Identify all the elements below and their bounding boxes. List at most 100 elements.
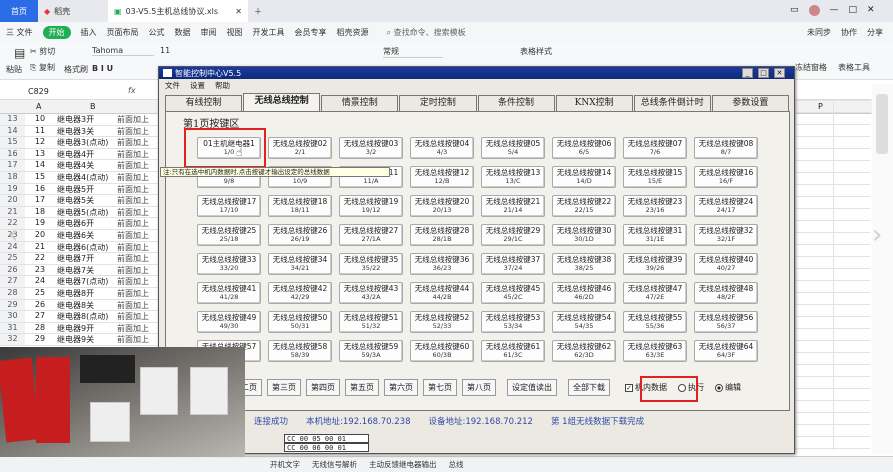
- bus-key-button[interactable]: 无线总线按键25 25/18: [197, 224, 261, 246]
- cell-c[interactable]: 前面加上: [115, 300, 160, 311]
- cell-c[interactable]: 前面加上: [115, 149, 160, 160]
- previous-arrow-icon[interactable]: ‹: [8, 220, 18, 250]
- cell-value[interactable]: CC 00 06 00 01: [284, 443, 369, 452]
- page-button[interactable]: 第五页: [345, 379, 379, 396]
- row-number[interactable]: 25: [0, 253, 25, 264]
- bus-key-button[interactable]: 无线总线按键55 55/36: [623, 311, 687, 333]
- bus-key-button[interactable]: 无线总线按键38 38/25: [552, 253, 616, 275]
- cell-b[interactable]: 继电器5关: [55, 195, 115, 206]
- bus-key-button[interactable]: 无线总线按键28 28/1B: [410, 224, 474, 246]
- bus-key-button[interactable]: 无线总线按键64 64/3F: [694, 340, 758, 362]
- close-icon[interactable]: ✕: [774, 68, 785, 78]
- bus-key-button[interactable]: 无线总线按键17 17/10: [197, 195, 261, 217]
- bus-key-button[interactable]: 无线总线按键05 5/4: [481, 137, 545, 159]
- ribbon-tab-view[interactable]: 视图: [227, 27, 243, 38]
- cell-a[interactable]: 28: [25, 323, 55, 334]
- cell-a[interactable]: 23: [25, 265, 55, 276]
- bus-key-button[interactable]: 无线总线按键30 30/1D: [552, 224, 616, 246]
- page-button[interactable]: 第八页: [462, 379, 496, 396]
- bus-key-button[interactable]: 无线总线按键18 18/11: [268, 195, 332, 217]
- cell-c[interactable]: 前面加上: [115, 172, 160, 183]
- bus-key-button[interactable]: 无线总线按键58 58/39: [268, 340, 332, 362]
- number-format-select[interactable]: 常规: [383, 46, 443, 58]
- cell-a[interactable]: 26: [25, 300, 55, 311]
- bus-key-button[interactable]: 无线总线按键59 59/3A: [339, 340, 403, 362]
- copy-button[interactable]: ⎘ 复制: [30, 62, 55, 73]
- row-number[interactable]: 16: [0, 148, 25, 160]
- bus-key-button[interactable]: 无线总线按键19 19/12: [339, 195, 403, 217]
- ribbon-tab-developer[interactable]: 开发工具: [253, 27, 285, 38]
- ribbon-tab-page-layout[interactable]: 页面布局: [107, 27, 139, 38]
- cell-b[interactable]: 继电器6开: [55, 218, 115, 229]
- ribbon-tab-review[interactable]: 审阅: [201, 27, 217, 38]
- bus-key-button[interactable]: 无线总线按键62 62/3D: [552, 340, 616, 362]
- download-all-button[interactable]: 全部下载: [568, 379, 610, 396]
- cut-button[interactable]: ✂ 剪切: [30, 46, 55, 57]
- row-number[interactable]: 29: [0, 299, 25, 311]
- bus-key-button[interactable]: 无线总线按键46 46/2D: [552, 282, 616, 304]
- cell-b[interactable]: 继电器5(点动): [55, 207, 115, 218]
- tab-docer[interactable]: ◆ 稻壳: [38, 0, 108, 22]
- cell-c[interactable]: 前面加上: [115, 195, 160, 206]
- bus-key-button[interactable]: 无线总线按键23 23/16: [623, 195, 687, 217]
- column-header-a[interactable]: A: [36, 102, 41, 111]
- dialog-tab[interactable]: 无线总线控制: [243, 93, 321, 111]
- bus-key-button[interactable]: 无线总线按键49 49/30: [197, 311, 261, 333]
- collaborate-button[interactable]: 协作: [841, 27, 857, 38]
- cell-b[interactable]: 继电器9关: [55, 334, 115, 345]
- bus-key-button[interactable]: 无线总线按键37 37/24: [481, 253, 545, 275]
- cell-a[interactable]: 21: [25, 242, 55, 253]
- cell-a[interactable]: 22: [25, 253, 55, 264]
- page-button[interactable]: 第三页: [267, 379, 301, 396]
- cell-c[interactable]: 前面加上: [115, 137, 160, 148]
- cell-b[interactable]: 继电器7关: [55, 265, 115, 276]
- column-header-b[interactable]: B: [90, 102, 96, 111]
- cell-c[interactable]: 前面加上: [115, 242, 160, 253]
- bus-key-button[interactable]: 无线总线按键03 3/2: [339, 137, 403, 159]
- bus-key-button[interactable]: 无线总线按键47 47/2E: [623, 282, 687, 304]
- share-button[interactable]: 分享: [867, 27, 883, 38]
- maximize-icon[interactable]: □: [758, 68, 769, 78]
- dialog-tab[interactable]: 有线控制: [165, 95, 243, 111]
- tab-home[interactable]: 首页: [0, 0, 38, 22]
- cell-b[interactable]: 继电器8开: [55, 288, 115, 299]
- minimize-icon[interactable]: _: [742, 68, 753, 78]
- vertical-scrollbar[interactable]: [872, 84, 893, 454]
- cell-c[interactable]: 前面加上: [115, 276, 160, 287]
- search-input[interactable]: ⌕ 查找命令、搜索模板: [387, 27, 466, 38]
- cell-c[interactable]: 前面加上: [115, 323, 160, 334]
- cell-c[interactable]: 前面加上: [115, 160, 160, 171]
- row-number[interactable]: 14: [0, 125, 25, 137]
- bus-key-button[interactable]: 无线总线按键24 24/17: [694, 195, 758, 217]
- cell-value[interactable]: CC 00 05 00 01: [284, 434, 369, 443]
- bus-key-button[interactable]: 无线总线按键50 50/31: [268, 311, 332, 333]
- cell-b[interactable]: 继电器3关: [55, 126, 115, 137]
- cell-a[interactable]: 13: [25, 149, 55, 160]
- bus-key-button[interactable]: 无线总线按键39 39/26: [623, 253, 687, 275]
- sheet-tab[interactable]: 开机文字: [270, 459, 300, 470]
- cell-c[interactable]: 前面加上: [115, 126, 160, 137]
- cell-c[interactable]: 前面加上: [115, 207, 160, 218]
- row-number[interactable]: 15: [0, 137, 25, 148]
- bus-key-button[interactable]: 无线总线按键48 48/2F: [694, 282, 758, 304]
- name-box[interactable]: C829: [28, 87, 49, 96]
- bus-key-button[interactable]: 无线总线按键35 35/22: [339, 253, 403, 275]
- bus-key-button[interactable]: 无线总线按键51 51/32: [339, 311, 403, 333]
- bus-key-button[interactable]: 无线总线按键44 44/2B: [410, 282, 474, 304]
- cell-b[interactable]: 继电器5开: [55, 184, 115, 195]
- cell-b[interactable]: 继电器7(点动): [55, 276, 115, 287]
- bus-key-button[interactable]: 无线总线按键56 56/37: [694, 311, 758, 333]
- avatar[interactable]: [808, 5, 820, 16]
- cell-a[interactable]: 27: [25, 311, 55, 322]
- page-button[interactable]: 第六页: [384, 379, 418, 396]
- row-number[interactable]: 17: [0, 160, 25, 171]
- bus-key-button[interactable]: 无线总线按键06 6/5: [552, 137, 616, 159]
- cell-a[interactable]: 18: [25, 207, 55, 218]
- cell-b[interactable]: 继电器3(点动): [55, 137, 115, 148]
- checkbox-box[interactable]: ✓: [625, 383, 633, 392]
- cell-a[interactable]: 29: [25, 334, 55, 345]
- cell-b[interactable]: 继电器8关: [55, 300, 115, 311]
- bus-key-button[interactable]: 无线总线按键04 4/3: [410, 137, 474, 159]
- scroll-thumb[interactable]: [876, 94, 888, 154]
- bus-key-button[interactable]: 无线总线按键29 29/1C: [481, 224, 545, 246]
